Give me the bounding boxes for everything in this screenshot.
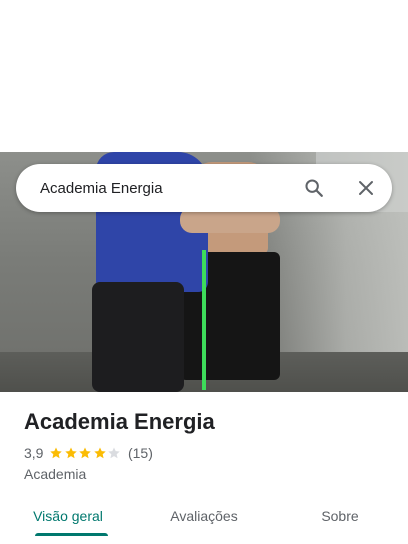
- place-category[interactable]: Academia: [24, 465, 86, 483]
- search-icon: [305, 179, 323, 197]
- star-rating: [49, 446, 122, 460]
- active-tab-indicator: [35, 533, 108, 536]
- place-title: Academia Energia: [24, 409, 215, 434]
- tab-about[interactable]: Sobre: [272, 494, 408, 538]
- top-blank-area: [0, 0, 408, 152]
- close-icon: [359, 181, 373, 195]
- star-filled-icon: [50, 447, 63, 459]
- place-tabs: Visão geral Avaliações Sobre: [0, 494, 408, 538]
- search-button[interactable]: [294, 168, 334, 208]
- star-empty-icon: [108, 447, 121, 459]
- rating-row[interactable]: 3,9 (15): [24, 444, 153, 462]
- rating-value: 3,9: [24, 445, 44, 461]
- star-filled-icon: [65, 447, 77, 459]
- search-input[interactable]: [16, 164, 294, 212]
- star-filled-icon: [94, 447, 106, 459]
- search-bar: [16, 164, 392, 212]
- tab-overview[interactable]: Visão geral: [0, 494, 136, 538]
- review-count[interactable]: (15): [128, 445, 153, 461]
- tab-reviews[interactable]: Avaliações: [136, 494, 272, 538]
- star-filled-icon: [79, 447, 92, 459]
- clear-search-button[interactable]: [346, 168, 386, 208]
